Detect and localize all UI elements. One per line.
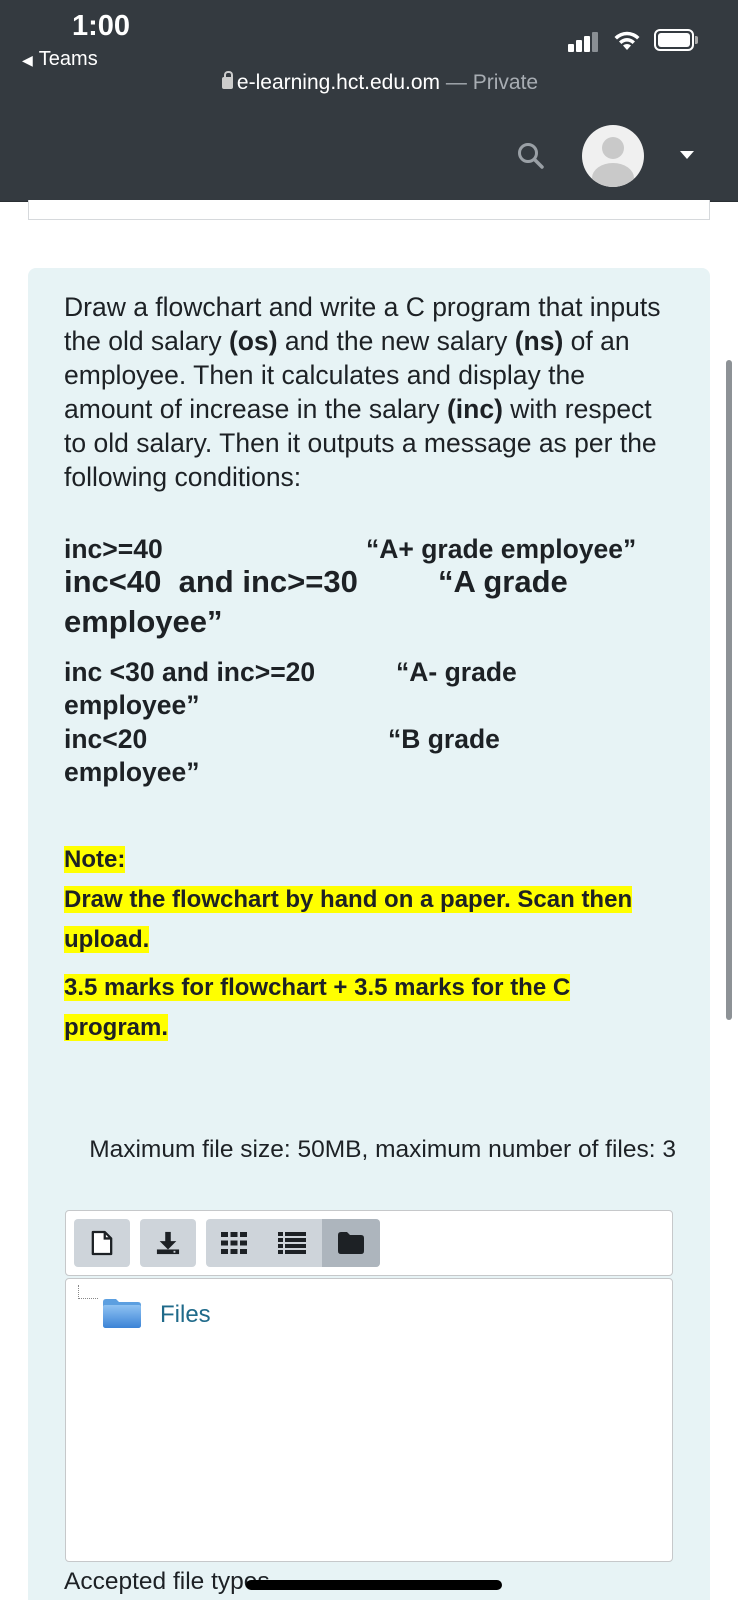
- back-to-app-button[interactable]: ◀ Teams: [22, 48, 98, 71]
- status-bar: 1:00 ◀ Teams e-learning.hct.edu.om — Priv…: [0, 0, 738, 111]
- marks-text: 3.5 marks for flowchart + 3.5 marks for …: [64, 974, 571, 1041]
- avatar[interactable]: [582, 125, 644, 187]
- accepted-file-types-label: Accepted file types: [64, 1568, 270, 1595]
- folder-label[interactable]: Files: [160, 1301, 211, 1329]
- home-indicator[interactable]: [246, 1580, 502, 1590]
- condition-2: inc<40 and inc>=30: [64, 564, 358, 599]
- url-bar[interactable]: e-learning.hct.edu.om — Private: [0, 71, 738, 95]
- note-block: Note: Draw the flowchart by hand on a pa…: [64, 840, 644, 960]
- question-text: Draw a flowchart and write a C program t…: [64, 292, 661, 492]
- folder-view-button[interactable]: [322, 1219, 380, 1267]
- message-4: “B grade: [388, 724, 500, 754]
- note-text: Draw the flowchart by hand on a paper. S…: [64, 886, 633, 953]
- file-picker-toolbar: [65, 1210, 673, 1276]
- file-drop-area[interactable]: Files: [65, 1278, 673, 1562]
- tree-connector: [78, 1285, 98, 1299]
- view-mode-group: [206, 1219, 380, 1267]
- add-file-icon: [91, 1230, 113, 1256]
- battery-icon: [654, 29, 698, 51]
- lock-icon: [221, 71, 233, 89]
- download-icon: [156, 1231, 180, 1255]
- grid-view-icon[interactable]: [220, 1232, 248, 1254]
- add-file-button[interactable]: [74, 1219, 130, 1267]
- private-label: Private: [472, 71, 539, 94]
- url-text: e-learning.hct.edu.om: [236, 71, 441, 94]
- message-3-cont: employee”: [64, 690, 200, 720]
- max-file-size-text: Maximum file size: 50MB, maximum number …: [89, 1136, 676, 1163]
- search-icon[interactable]: [516, 141, 546, 171]
- condition-3: inc <30 and inc>=20: [64, 657, 316, 687]
- url-separator: —: [440, 71, 473, 94]
- condition-1: inc>=40: [64, 534, 163, 564]
- message-1: “A+ grade employee”: [366, 534, 637, 564]
- folder-icon[interactable]: [102, 1297, 142, 1329]
- message-4-cont: employee”: [64, 757, 200, 787]
- site-navbar: [0, 111, 738, 202]
- back-arrow-icon: ◀: [22, 52, 33, 68]
- message-2: “A grade: [438, 564, 568, 599]
- note-label: Note:: [64, 846, 126, 873]
- message-3: “A- grade: [396, 657, 517, 687]
- chevron-down-icon[interactable]: [680, 151, 694, 159]
- status-time: 1:00: [72, 10, 131, 42]
- download-all-button[interactable]: [140, 1219, 196, 1267]
- list-view-icon[interactable]: [278, 1232, 306, 1254]
- back-app-label: Teams: [38, 48, 98, 70]
- condition-4: inc<20: [64, 724, 148, 754]
- previous-section-box: [28, 200, 710, 220]
- folder-view-icon: [338, 1232, 364, 1254]
- wifi-icon: [614, 31, 640, 50]
- scrollbar[interactable]: [726, 360, 732, 1020]
- marks-block: 3.5 marks for flowchart + 3.5 marks for …: [64, 968, 644, 1048]
- message-2-cont: employee”: [64, 604, 223, 639]
- signal-icon: [568, 30, 606, 52]
